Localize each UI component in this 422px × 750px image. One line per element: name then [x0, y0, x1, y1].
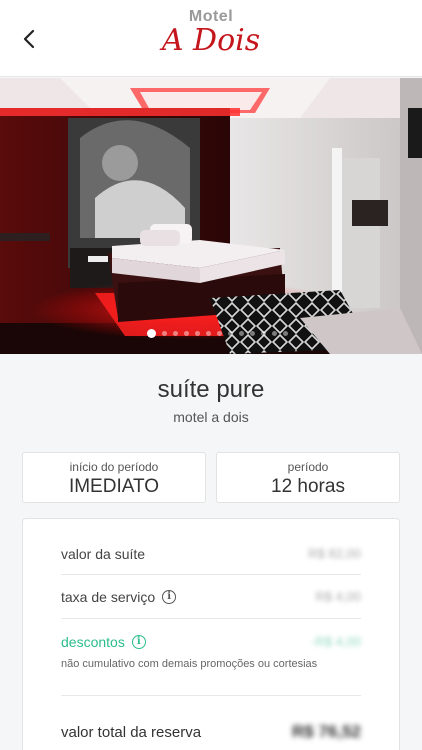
- period-duration-label: período: [287, 460, 329, 474]
- period-start-box[interactable]: início do período IMEDIATO: [22, 452, 206, 503]
- carousel-dot[interactable]: [227, 331, 233, 336]
- period-duration-box[interactable]: período 12 horas: [216, 452, 400, 503]
- service-fee-row: taxa de serviço i R$ 4,00: [61, 589, 361, 605]
- discount-info-icon[interactable]: i: [131, 635, 146, 649]
- carousel-dot[interactable]: [194, 331, 200, 336]
- period-duration-value: 12 horas: [271, 476, 345, 497]
- carousel-dot[interactable]: [282, 331, 288, 336]
- period-start-value: IMEDIATO: [68, 476, 160, 497]
- discounts-amount: -R$ 4,00: [311, 634, 361, 649]
- carousel-dot[interactable]: [205, 331, 211, 336]
- suite-value-row: valor da suíte R$ 82,00: [61, 546, 361, 562]
- period-start-label: início do período: [69, 460, 159, 474]
- discounts-note: não cumulativo com demais promoções ou c…: [61, 658, 318, 670]
- carousel-indicator[interactable]: [0, 329, 422, 338]
- carousel-dot[interactable]: [271, 331, 277, 336]
- carousel-dot[interactable]: [172, 331, 178, 336]
- suite-value-amount: R$ 82,00: [308, 546, 361, 561]
- motel-name: motel a dois: [173, 409, 249, 425]
- total-row: valor total da reserva R$ 76,52: [61, 722, 361, 741]
- discounts-label: descontos: [61, 634, 125, 650]
- suite-name: suíte pure: [157, 376, 265, 403]
- service-fee-amount: R$ 4,00: [315, 589, 361, 604]
- price-summary-card: valor da suíte R$ 82,00 taxa de serviço …: [22, 518, 400, 750]
- carousel-dot[interactable]: [249, 331, 255, 336]
- suite-photo: [0, 78, 422, 354]
- suite-photo-carousel[interactable]: [0, 78, 422, 354]
- service-fee-label: taxa de serviço: [61, 589, 156, 605]
- carousel-dot[interactable]: [260, 331, 266, 336]
- info-icon[interactable]: i: [162, 590, 177, 604]
- app-header: Motel A Dois: [0, 0, 422, 77]
- carousel-dot[interactable]: [183, 331, 189, 336]
- carousel-dot[interactable]: [161, 331, 167, 336]
- divider: [61, 618, 361, 619]
- discounts-row: descontos i -R$ 4,00: [61, 634, 361, 650]
- carousel-dot[interactable]: [216, 331, 222, 336]
- carousel-dot[interactable]: [238, 331, 244, 336]
- total-amount: R$ 76,52: [292, 722, 361, 741]
- logo-main-text: A Dois: [161, 23, 261, 58]
- motel-logo: Motel A Dois: [0, 8, 422, 58]
- divider: [61, 574, 361, 575]
- divider: [61, 695, 361, 696]
- carousel-dot[interactable]: [146, 329, 156, 338]
